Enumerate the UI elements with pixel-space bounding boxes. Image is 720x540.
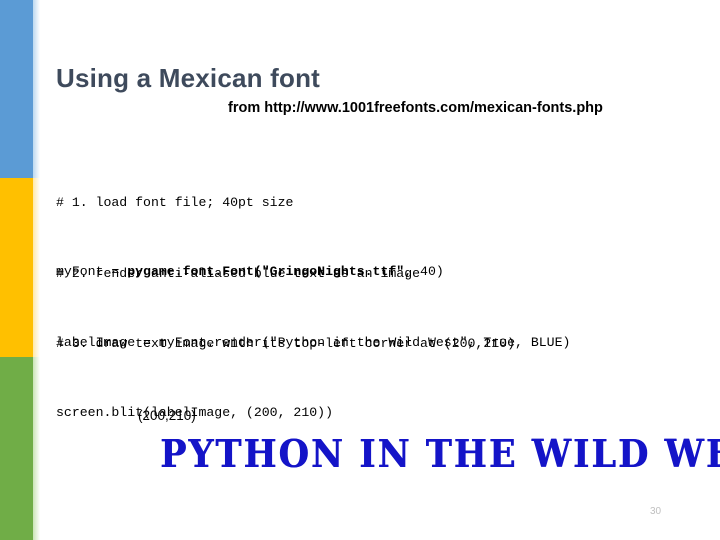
rail-band-green: [0, 357, 40, 540]
code-comment: # 3. draw text image with its top-left c…: [56, 336, 515, 351]
page-title: Using a Mexican font: [56, 63, 321, 93]
rail-band-yellow: [0, 178, 40, 357]
code-comment: # 1. load font file; 40pt size: [56, 195, 294, 210]
coordinate-label: (200,210): [138, 408, 196, 423]
sidebar-color-rail: [0, 0, 40, 540]
rendered-text-graphic: PYTHON IN THE WILD WEST: [160, 432, 720, 478]
code-statement: screen.blit(labelImage, (200, 210)): [56, 405, 333, 420]
rail-band-blue: [0, 0, 40, 178]
slide: Using a Mexican font from http://www.100…: [0, 0, 720, 540]
slide-number: 30: [650, 506, 662, 517]
source-url-subtitle: from http://www.1001freefonts.com/mexica…: [228, 100, 603, 116]
code-comment: # 2. render anti-aliased blue text as an…: [56, 266, 421, 281]
